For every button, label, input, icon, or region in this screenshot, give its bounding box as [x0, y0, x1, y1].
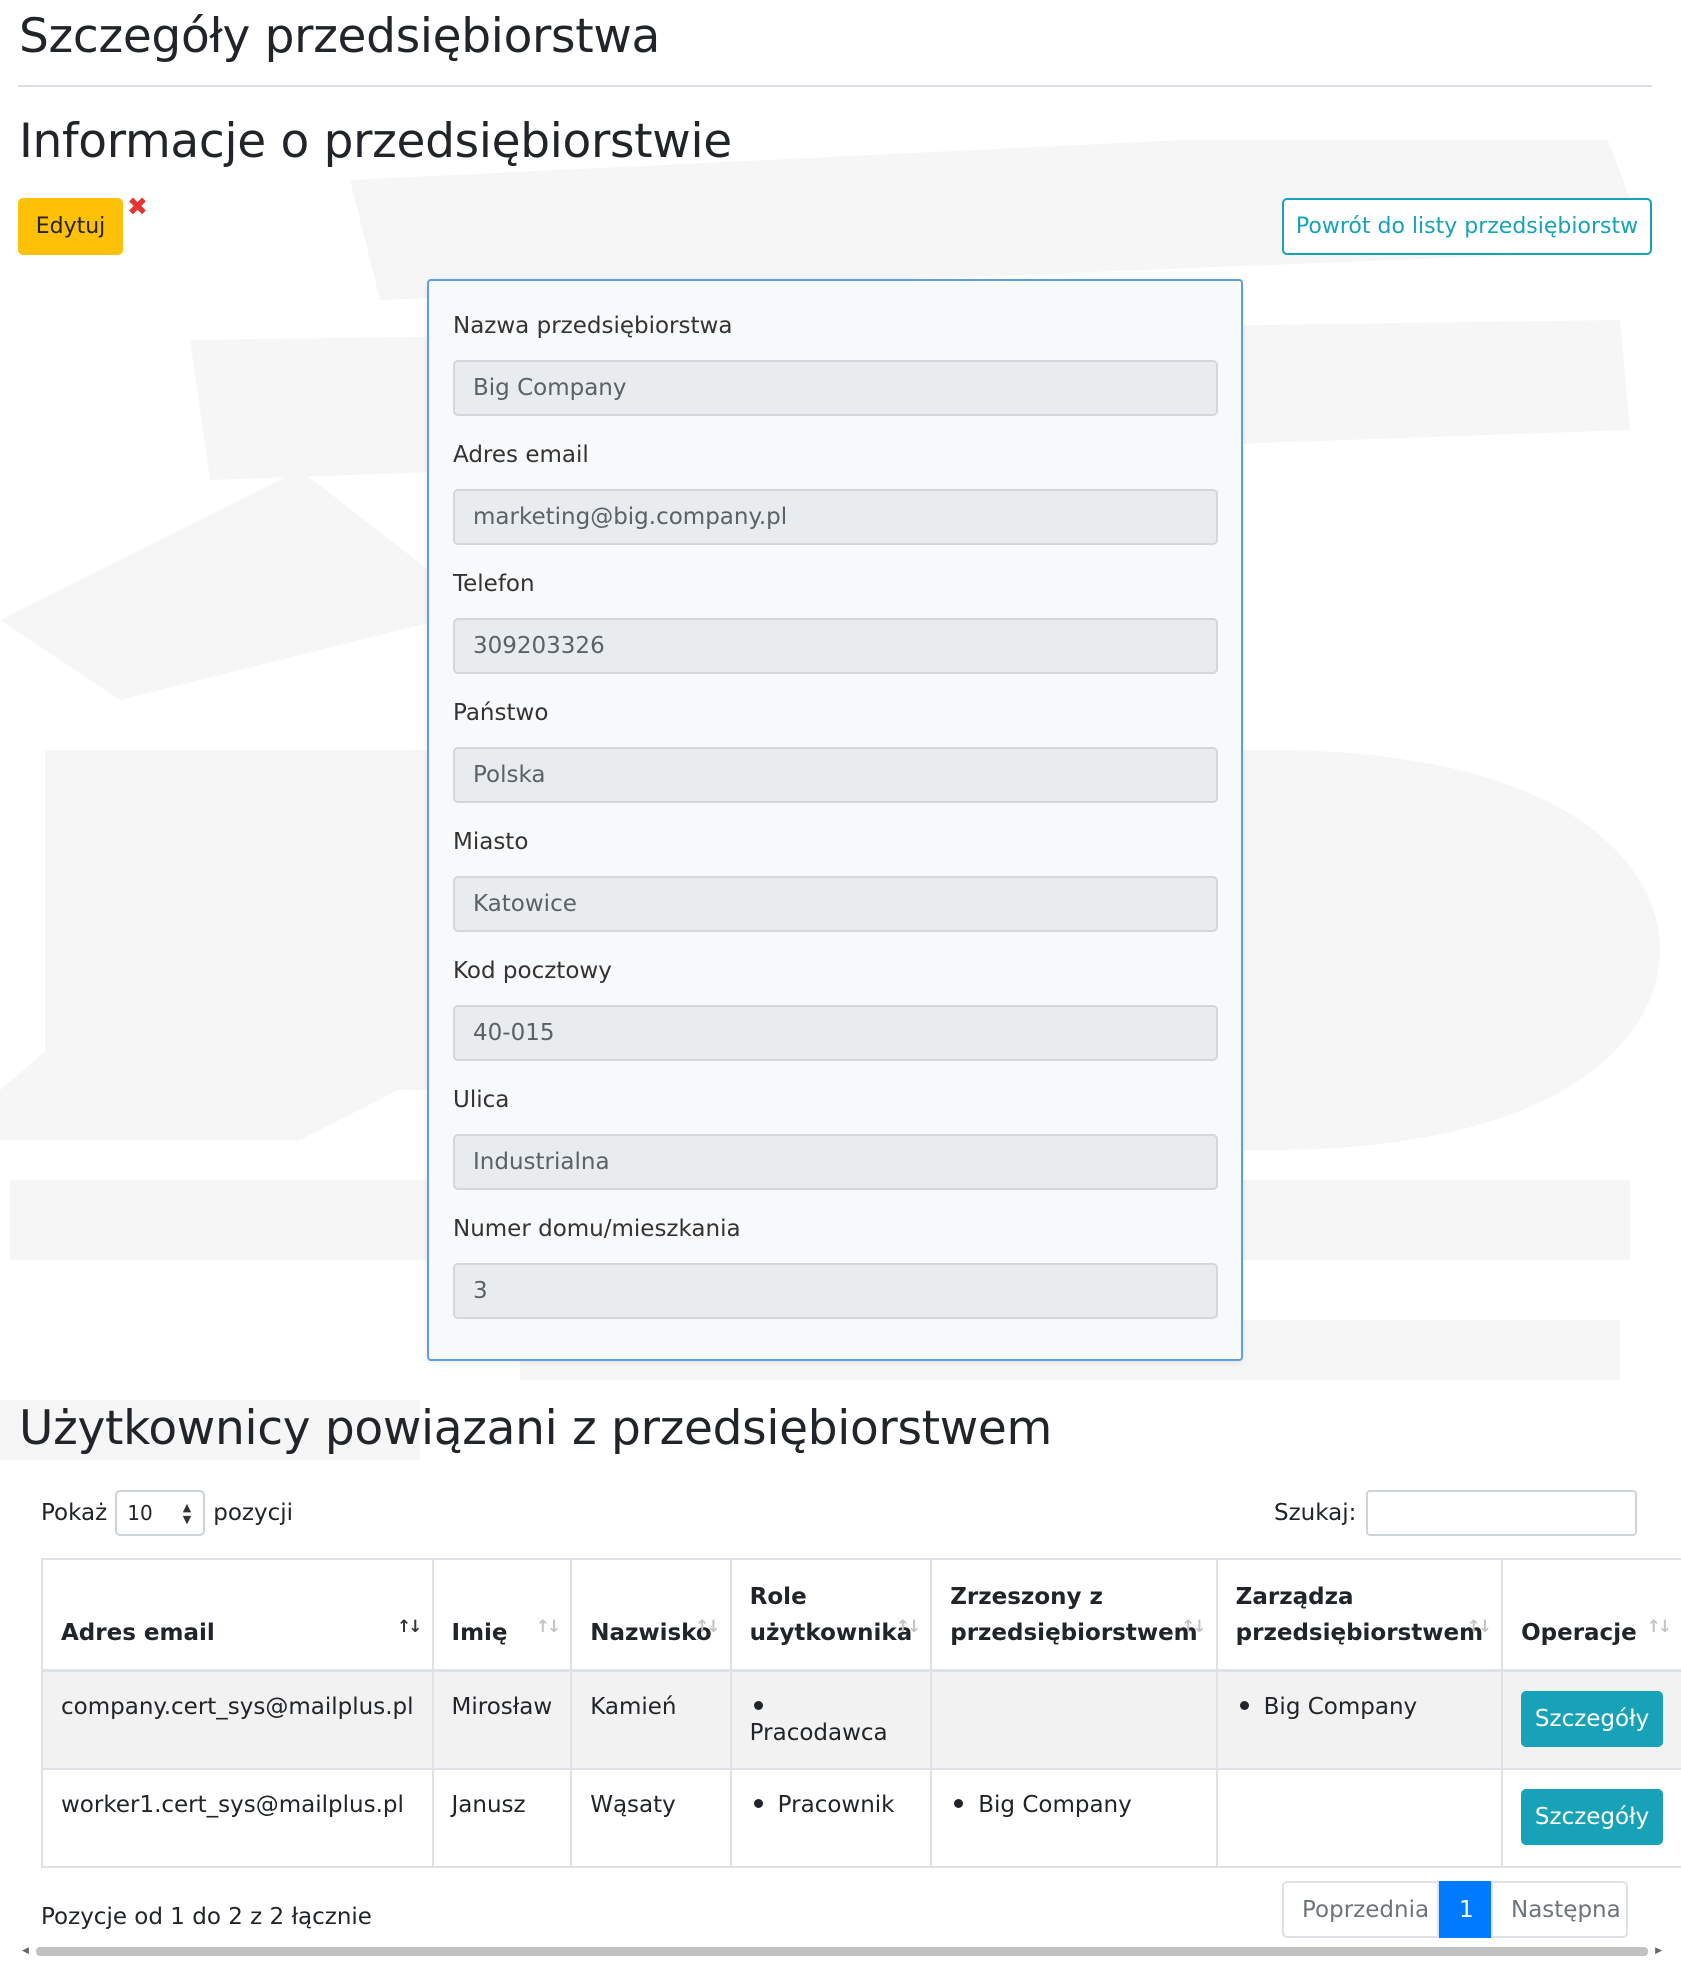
- country-field[interactable]: [453, 747, 1218, 803]
- scroll-right-icon[interactable]: ▶: [1655, 1944, 1662, 1958]
- title-divider: [18, 85, 1652, 87]
- col-first-name[interactable]: Imię ↑↓: [431, 1558, 573, 1672]
- scroll-left-icon[interactable]: ◀: [22, 1944, 29, 1958]
- page-length-prefix: Pokaż: [41, 1500, 108, 1526]
- sort-icon: ↑↓: [1466, 1616, 1492, 1637]
- postal-code-field[interactable]: [453, 1005, 1218, 1061]
- cell-first-name: Janusz: [431, 1768, 573, 1868]
- back-to-list-button[interactable]: Powrót do listy przedsiębiorstw: [1282, 198, 1652, 255]
- cell-associated: Big Company: [930, 1768, 1218, 1868]
- house-number-label: Numer domu/mieszkania: [453, 1216, 741, 1242]
- cell-last-name: Kamień: [570, 1669, 732, 1770]
- cell-associated: [930, 1669, 1218, 1770]
- country-group: Państwo: [453, 698, 1218, 803]
- col-operations[interactable]: Operacje ↑↓: [1501, 1558, 1681, 1672]
- company-name-field[interactable]: [453, 360, 1218, 416]
- country-label: Państwo: [453, 700, 549, 726]
- cell-first-name: Mirosław: [431, 1669, 573, 1770]
- pagination-page-1[interactable]: 1: [1439, 1881, 1491, 1938]
- bullet-icon: [753, 1700, 763, 1710]
- company-details-card: Nazwa przedsiębiorstwa Adres email Telef…: [427, 279, 1243, 1361]
- company-name-label: Nazwa przedsiębiorstwa: [453, 313, 733, 339]
- bullet-icon: [954, 1799, 964, 1808]
- house-number-group: Numer domu/mieszkania: [453, 1214, 1218, 1319]
- table-info: Pozycje od 1 do 2 z 2 łącznie: [41, 1904, 372, 1930]
- page-length-select[interactable]: 10 ▲ ▼: [115, 1490, 206, 1536]
- cell-operations: Szczegóły: [1501, 1768, 1681, 1868]
- table-header-row: Adres email ↑↓ Imię ↑↓ Nazwisko ↑↓ Role użyt…: [41, 1558, 1681, 1672]
- cell-roles: Pracodawca: [729, 1669, 933, 1770]
- house-number-field[interactable]: [453, 1263, 1218, 1319]
- details-button[interactable]: Szczegóły: [1521, 1789, 1664, 1845]
- street-label: Ulica: [453, 1087, 510, 1113]
- page-length-value: 10: [127, 1501, 153, 1525]
- email-label: Adres email: [453, 442, 589, 468]
- street-field[interactable]: [453, 1134, 1218, 1190]
- search-label: Szukaj:: [1274, 1500, 1357, 1526]
- col-manages[interactable]: Zarządza przedsiębiorstwem ↑↓: [1215, 1558, 1504, 1672]
- cell-email: company.cert_sys@mailplus.pl: [41, 1669, 434, 1770]
- cell-email: worker1.cert_sys@mailplus.pl: [41, 1768, 434, 1868]
- cell-roles: Pracownik: [729, 1768, 933, 1868]
- sort-icon: ↑↓: [1181, 1616, 1206, 1637]
- sort-icon: ↑↓: [895, 1616, 921, 1637]
- company-info-heading: Informacje o przedsiębiorstwie: [19, 114, 732, 169]
- cell-last-name: Wąsaty: [570, 1768, 732, 1868]
- cell-manages: Big Company: [1215, 1669, 1504, 1770]
- search-input[interactable]: [1366, 1490, 1638, 1536]
- bullet-icon: [753, 1799, 763, 1808]
- page-length-control: Pokaż 10 ▲ ▼ pozycji: [41, 1490, 293, 1536]
- city-group: Miasto: [453, 827, 1218, 932]
- postal-code-label: Kod pocztowy: [453, 958, 612, 984]
- users-heading: Użytkownicy powiązani z przedsiębiorstwe…: [19, 1401, 1053, 1456]
- col-roles[interactable]: Role użytkownika ↑↓: [729, 1558, 933, 1672]
- edit-button[interactable]: Edytuj: [18, 198, 123, 255]
- sort-icon: ↑↓: [695, 1616, 720, 1637]
- pagination-next[interactable]: Następna: [1491, 1881, 1628, 1938]
- page-length-suffix: pozycji: [213, 1500, 293, 1526]
- street-group: Ulica: [453, 1085, 1218, 1190]
- cell-manages: [1215, 1768, 1504, 1868]
- city-field[interactable]: [453, 876, 1218, 932]
- cell-operations: Szczegóły: [1501, 1669, 1681, 1770]
- select-arrows-icon: ▲ ▼: [182, 1501, 192, 1526]
- pagination: Poprzednia 1 Następna: [1282, 1881, 1628, 1938]
- col-associated[interactable]: Zrzeszony z przedsiębiorstwem ↑↓: [930, 1558, 1218, 1672]
- pagination-previous[interactable]: Poprzednia: [1282, 1881, 1439, 1938]
- delete-icon[interactable]: ✖: [127, 194, 148, 219]
- phone-field[interactable]: [453, 618, 1218, 674]
- phone-label: Telefon: [453, 571, 535, 597]
- phone-group: Telefon: [453, 569, 1218, 674]
- sort-asc-icon: ↑↓: [397, 1616, 422, 1637]
- details-button[interactable]: Szczegóły: [1521, 1690, 1664, 1747]
- users-table: Adres email ↑↓ Imię ↑↓ Nazwisko ↑↓ Role użyt…: [41, 1558, 1681, 1868]
- email-field[interactable]: [453, 489, 1218, 545]
- sort-icon: ↑↓: [535, 1616, 561, 1637]
- bullet-icon: [1239, 1700, 1249, 1710]
- col-last-name[interactable]: Nazwisko ↑↓: [570, 1558, 732, 1672]
- horizontal-scrollbar[interactable]: ◀ ▶: [22, 1944, 1662, 1958]
- postal-code-group: Kod pocztowy: [453, 956, 1218, 1061]
- company-name-group: Nazwa przedsiębiorstwa: [453, 311, 1218, 416]
- table-row: worker1.cert_sys@mailplus.pl Janusz Wąsa…: [41, 1768, 1681, 1868]
- sort-icon: ↑↓: [1646, 1616, 1672, 1637]
- email-group: Adres email: [453, 440, 1218, 545]
- table-row: company.cert_sys@mailplus.pl Mirosław Ka…: [41, 1669, 1681, 1770]
- page-title: Szczegóły przedsiębiorstwa: [19, 9, 660, 64]
- scrollbar-thumb[interactable]: [36, 1947, 1648, 1956]
- city-label: Miasto: [453, 829, 529, 855]
- table-search: Szukaj:: [1274, 1490, 1638, 1536]
- col-email[interactable]: Adres email ↑↓: [41, 1558, 434, 1672]
